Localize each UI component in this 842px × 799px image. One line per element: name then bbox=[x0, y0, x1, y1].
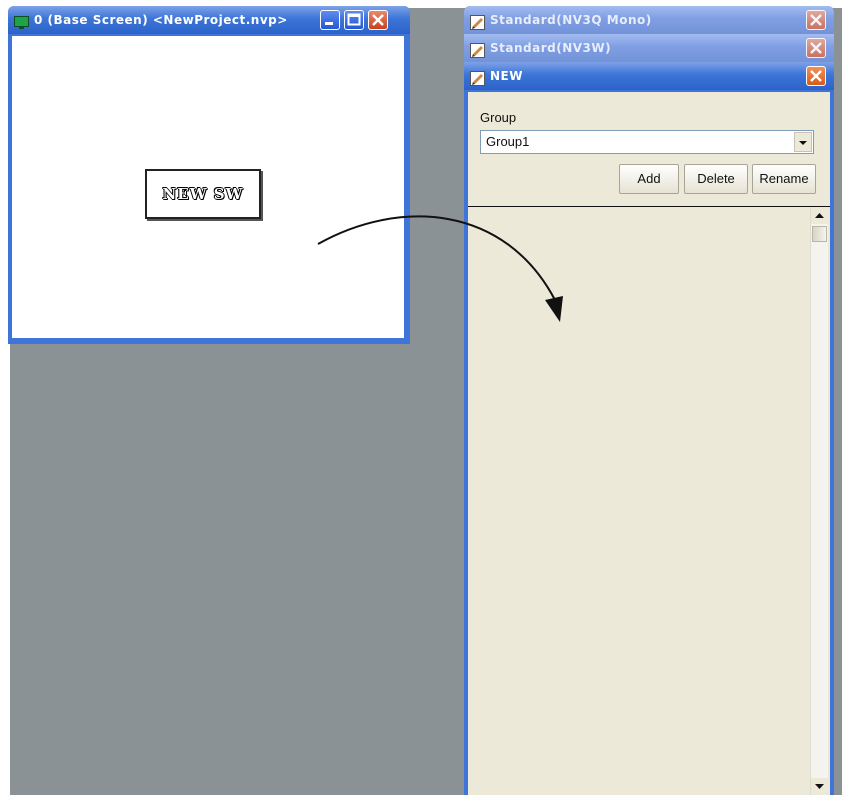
drag-arrow-icon bbox=[317, 215, 563, 322]
